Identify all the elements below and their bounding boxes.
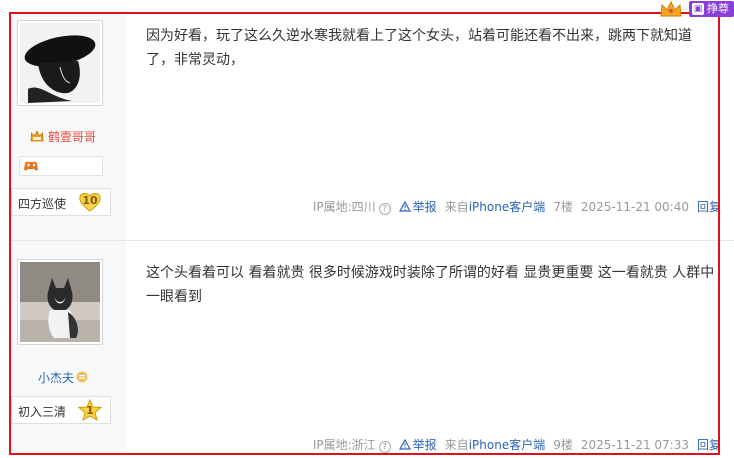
post-content: 这个头看着可以 看着就贵 很多时候游戏时装除了所谓的好看 显贵更重要 这一看就贵…	[146, 265, 715, 305]
crown-rank-icon	[30, 130, 44, 142]
username[interactable]: 鹤壹哥哥	[11, 128, 115, 145]
star-level-icon: 1	[78, 399, 102, 421]
user-sidebar: 鹤壹哥哥 四方巡使 10	[11, 14, 127, 240]
client-source: 来自iPhone客户端	[444, 200, 546, 214]
heart-level-icon: 10	[78, 191, 102, 213]
ip-location: IP属地:浙江?	[305, 436, 391, 453]
member-icon	[76, 371, 88, 383]
avatar-image	[20, 262, 100, 342]
help-icon[interactable]: ?	[378, 203, 391, 215]
vip-badge[interactable]: ▣ 挣尊	[689, 1, 734, 17]
username-text: 小杰夫	[37, 371, 74, 385]
username-text: 鹤壹哥哥	[47, 130, 96, 144]
warning-icon	[398, 439, 411, 450]
post-time: 2025-11-21 00:40	[580, 199, 689, 214]
avatar[interactable]	[17, 259, 103, 345]
level-title: 初入三清	[18, 405, 67, 419]
post-content: 因为好看，玩了这么久逆水寒我就看上了这个女头，站着可能还看不出来，跳两下就知道了…	[146, 28, 692, 68]
top-badges: ▣ 挣尊	[659, 0, 734, 18]
level-number: 10	[82, 194, 98, 207]
warning-icon	[398, 201, 411, 212]
report-link[interactable]: 举报	[398, 436, 437, 453]
floor-number: 9楼	[553, 438, 573, 452]
level-badge[interactable]: 四方巡使 10	[11, 188, 111, 216]
ip-location: IP属地:四川?	[305, 198, 391, 215]
vip-label: 挣尊	[707, 2, 729, 15]
vip-icon: ▣	[692, 3, 704, 15]
help-icon[interactable]: ?	[378, 441, 391, 453]
username[interactable]: 小杰夫	[11, 369, 115, 386]
client-link[interactable]: iPhone客户端	[469, 438, 546, 452]
level-number: 1	[86, 404, 94, 417]
post-tail: IP属地:浙江? 举报 来自iPhone客户端 9楼 2025-11-21 07…	[297, 436, 721, 453]
post-floor-7: 鹤壹哥哥 四方巡使 10 因为好看，玩了这么久逆水寒我就看上了这个女头，站着可能…	[11, 14, 734, 240]
floor-number: 7楼	[553, 200, 573, 214]
post-time: 2025-11-21 07:33	[580, 437, 689, 452]
avatar[interactable]	[17, 20, 103, 106]
post-tail: IP属地:四川? 举报 来自iPhone客户端 7楼 2025-11-21 00…	[297, 198, 721, 215]
game-badge[interactable]	[19, 156, 103, 176]
reply-link[interactable]: 回复	[697, 436, 721, 453]
level-title: 四方巡使	[18, 197, 67, 211]
avatar-image	[20, 23, 100, 103]
post-floor-9: 小杰夫 初入三清 1 这个头看着可以 看着就贵 很多时候游戏时装除了所谓的好看 …	[11, 241, 734, 455]
level-badge[interactable]: 初入三清 1	[11, 396, 111, 424]
user-sidebar: 小杰夫 初入三清 1	[11, 241, 127, 455]
gamepad-icon	[24, 161, 38, 171]
report-link[interactable]: 举报	[398, 198, 437, 215]
reply-link[interactable]: 回复	[697, 198, 721, 215]
crown-icon	[659, 0, 683, 18]
client-source: 来自iPhone客户端	[444, 438, 546, 452]
client-link[interactable]: iPhone客户端	[469, 200, 546, 214]
